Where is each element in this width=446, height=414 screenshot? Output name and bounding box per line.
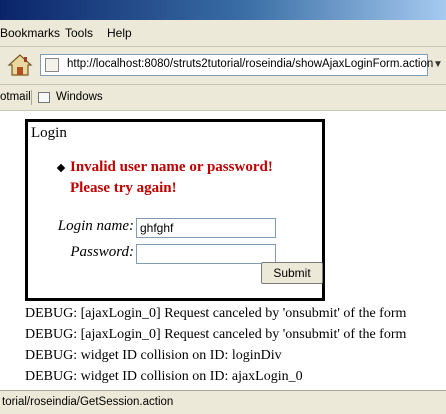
home-icon[interactable] bbox=[6, 52, 34, 78]
login-name-label: Login name: bbox=[57, 218, 134, 234]
page-content: Login Invalid user name or password! Ple… bbox=[0, 111, 446, 389]
submit-button[interactable]: Submit bbox=[261, 262, 323, 284]
address-url[interactable]: http://localhost:8080/struts2tutorial/ro… bbox=[67, 58, 433, 70]
status-text: torial/roseindia/GetSession.action bbox=[2, 396, 174, 408]
address-dropdown-icon[interactable]: ▼ bbox=[431, 56, 445, 74]
windows-folder-icon bbox=[38, 92, 50, 103]
menu-bar: Bookmarks Tools Help bbox=[0, 20, 446, 47]
debug-line: DEBUG: [ajaxLogin_0] Request canceled by… bbox=[25, 306, 407, 321]
error-message-line2: Please try again! bbox=[70, 180, 177, 196]
status-bar: torial/roseindia/GetSession.action bbox=[0, 390, 446, 414]
login-box: Login Invalid user name or password! Ple… bbox=[25, 119, 325, 301]
login-title: Login bbox=[31, 125, 67, 141]
error-message-line1: Invalid user name or password! bbox=[70, 159, 273, 175]
menu-bookmarks[interactable]: Bookmarks bbox=[0, 26, 60, 40]
debug-line: DEBUG: widget ID collision on ID: ajaxLo… bbox=[25, 369, 303, 384]
bookmarks-toolbar: otmail Windows bbox=[0, 85, 446, 111]
debug-line: DEBUG: widget ID collision on ID: loginD… bbox=[25, 348, 282, 363]
password-label: Password: bbox=[70, 244, 134, 260]
bookmark-hotmail[interactable]: otmail bbox=[0, 91, 31, 103]
menu-help[interactable]: Help bbox=[107, 26, 132, 40]
address-bar[interactable]: http://localhost:8080/struts2tutorial/ro… bbox=[40, 54, 433, 76]
navigation-toolbar: http://localhost:8080/struts2tutorial/ro… bbox=[0, 47, 446, 85]
bookmark-windows[interactable]: Windows bbox=[56, 91, 103, 103]
error-bullet bbox=[56, 163, 66, 173]
window-title-bar bbox=[0, 0, 446, 20]
toolbar-separator bbox=[31, 90, 32, 105]
password-input[interactable] bbox=[136, 244, 276, 264]
debug-line: DEBUG: [ajaxLogin_0] Request canceled by… bbox=[25, 327, 407, 342]
page-icon bbox=[45, 58, 59, 72]
menu-tools[interactable]: Tools bbox=[65, 26, 93, 40]
login-name-input[interactable] bbox=[136, 218, 276, 238]
